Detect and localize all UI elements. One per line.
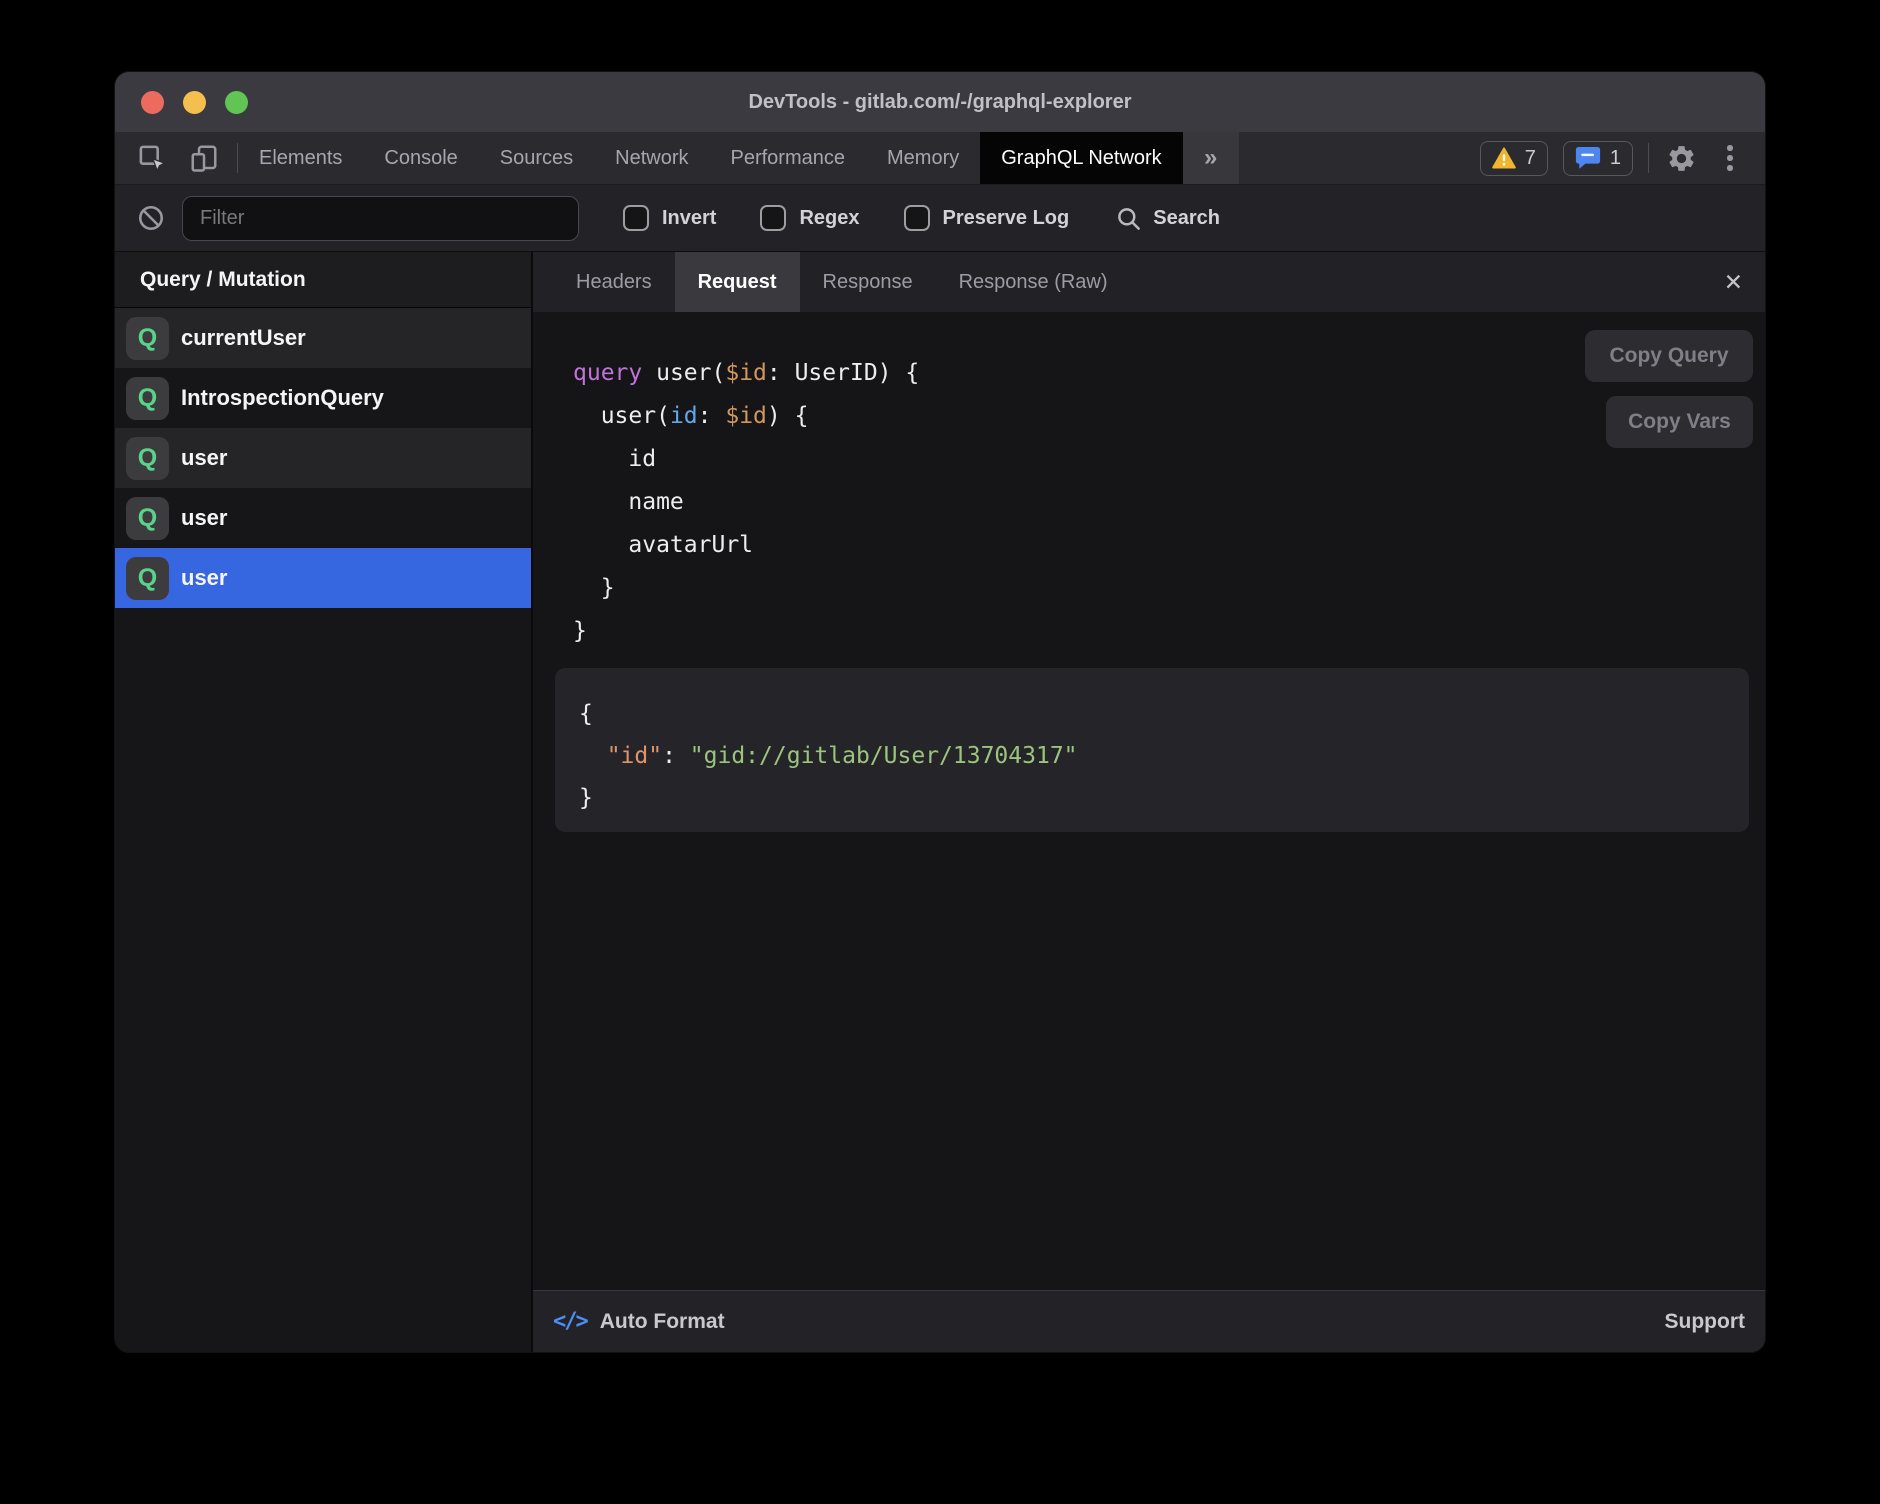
tab-network[interactable]: Network — [594, 132, 709, 184]
code-line: } — [573, 567, 919, 610]
detail-tabs-strip: HeadersRequestResponseResponse (Raw) — [553, 252, 1131, 312]
tab-sources[interactable]: Sources — [479, 132, 594, 184]
detail-tab-request[interactable]: Request — [675, 252, 800, 312]
checkbox-label-preserve-log: Preserve Log — [943, 207, 1070, 230]
detail-footer: </> Auto Format Support — [533, 1290, 1765, 1352]
warnings-badge[interactable]: 7 — [1480, 141, 1548, 176]
query-name-label: user — [181, 505, 227, 531]
title-bar: DevTools - gitlab.com/-/graphql-explorer — [115, 72, 1765, 132]
checkbox-preserve-log[interactable]: Preserve Log — [904, 205, 1070, 231]
query-name-label: currentUser — [181, 325, 306, 351]
code-line: name — [573, 481, 919, 524]
auto-format-icon: </> — [553, 1309, 587, 1334]
query-name-label: user — [181, 445, 227, 471]
more-tabs-button[interactable]: » — [1183, 132, 1239, 184]
detail-tab-response[interactable]: Response — [800, 252, 936, 312]
controls-separator — [1648, 143, 1649, 173]
query-list-panel: Query / Mutation QcurrentUserQIntrospect… — [115, 252, 533, 1352]
auto-format-button[interactable]: Auto Format — [600, 1310, 725, 1334]
close-panel-icon[interactable]: ✕ — [1724, 252, 1743, 312]
request-content: query user($id: UserID) { user(id: $id) … — [533, 312, 1765, 1290]
warning-icon — [1492, 147, 1516, 169]
query-name-label: user — [181, 565, 227, 591]
code-line: avatarUrl — [573, 524, 919, 567]
checkbox-label-invert: Invert — [662, 207, 716, 230]
tab-console[interactable]: Console — [363, 132, 478, 184]
tab-elements[interactable]: Elements — [238, 132, 363, 184]
query-type-badge: Q — [126, 557, 169, 600]
query-type-badge: Q — [126, 437, 169, 480]
graphql-query-code: query user($id: UserID) { user(id: $id) … — [573, 352, 919, 653]
query-variables-box: { "id": "gid://gitlab/User/13704317"} — [555, 668, 1749, 832]
devtools-window: DevTools - gitlab.com/-/graphql-explorer… — [115, 72, 1765, 1352]
checkbox-box-invert[interactable] — [623, 205, 649, 231]
query-list-item-currentuser-0[interactable]: QcurrentUser — [115, 308, 531, 368]
copy-vars-button[interactable]: Copy Vars — [1606, 396, 1753, 448]
code-line: } — [573, 610, 919, 653]
code-line: user(id: $id) { — [573, 395, 919, 438]
block-clear-icon[interactable] — [137, 204, 165, 232]
code-line: id — [573, 438, 919, 481]
devtools-left-icons — [115, 132, 237, 184]
query-list-item-user-3[interactable]: Quser — [115, 488, 531, 548]
code-line: { — [579, 693, 1725, 735]
query-type-badge: Q — [126, 377, 169, 420]
main-area: Query / Mutation QcurrentUserQIntrospect… — [115, 252, 1765, 1352]
inspect-element-icon[interactable] — [135, 141, 169, 175]
tab-graphql-network[interactable]: GraphQL Network — [980, 132, 1182, 184]
checkbox-invert[interactable]: Invert — [623, 205, 716, 231]
code-line: "id": "gid://gitlab/User/13704317" — [579, 735, 1725, 777]
tab-memory[interactable]: Memory — [866, 132, 980, 184]
minimize-window-button[interactable] — [183, 91, 206, 114]
query-name-label: IntrospectionQuery — [181, 385, 384, 411]
traffic-lights — [141, 72, 248, 132]
checkbox-regex[interactable]: Regex — [760, 205, 859, 231]
device-toolbar-icon[interactable] — [187, 141, 221, 175]
kebab-menu-icon[interactable] — [1713, 141, 1747, 175]
close-window-button[interactable] — [141, 91, 164, 114]
tab-performance[interactable]: Performance — [710, 132, 867, 184]
issues-count: 1 — [1610, 147, 1621, 170]
devtools-tab-bar: ElementsConsoleSourcesNetworkPerformance… — [115, 132, 1765, 185]
copy-query-button[interactable]: Copy Query — [1585, 330, 1753, 382]
detail-tab-response-raw[interactable]: Response (Raw) — [936, 252, 1131, 312]
query-type-badge: Q — [126, 317, 169, 360]
filter-bar: Invert Regex Preserve Log Search — [115, 185, 1765, 252]
detail-tab-bar: HeadersRequestResponseResponse (Raw) ✕ — [533, 252, 1765, 312]
code-line: } — [579, 777, 1725, 819]
issues-badge[interactable]: 1 — [1563, 141, 1633, 176]
search-icon — [1115, 205, 1142, 232]
query-type-badge: Q — [126, 497, 169, 540]
devtools-tabs: ElementsConsoleSourcesNetworkPerformance… — [238, 132, 1183, 184]
settings-gear-icon[interactable] — [1664, 141, 1698, 175]
query-list-item-user-2[interactable]: Quser — [115, 428, 531, 488]
warnings-count: 7 — [1525, 147, 1536, 170]
request-detail-panel: HeadersRequestResponseResponse (Raw) ✕ q… — [533, 252, 1765, 1352]
filter-checkboxes: Invert Regex Preserve Log — [579, 205, 1069, 231]
code-line: query user($id: UserID) { — [573, 352, 919, 395]
checkbox-box-regex[interactable] — [760, 205, 786, 231]
search-toggle[interactable]: Search — [1115, 205, 1220, 232]
detail-tab-headers[interactable]: Headers — [553, 252, 675, 312]
query-list: QcurrentUserQIntrospectionQueryQuserQuse… — [115, 308, 531, 608]
query-list-item-user-4[interactable]: Quser — [115, 548, 531, 608]
query-list-item-introspectionquery-1[interactable]: Q IntrospectionQuery — [115, 368, 531, 428]
filter-input[interactable] — [182, 196, 579, 241]
window-title: DevTools - gitlab.com/-/graphql-explorer — [748, 91, 1131, 114]
search-label: Search — [1153, 207, 1220, 230]
devtools-right-controls: 7 1 — [1480, 132, 1765, 184]
zoom-window-button[interactable] — [225, 91, 248, 114]
support-link[interactable]: Support — [1665, 1310, 1745, 1334]
message-icon — [1575, 146, 1601, 170]
checkbox-box-preserve-log[interactable] — [904, 205, 930, 231]
query-list-header: Query / Mutation — [115, 252, 531, 308]
checkbox-label-regex: Regex — [799, 207, 859, 230]
